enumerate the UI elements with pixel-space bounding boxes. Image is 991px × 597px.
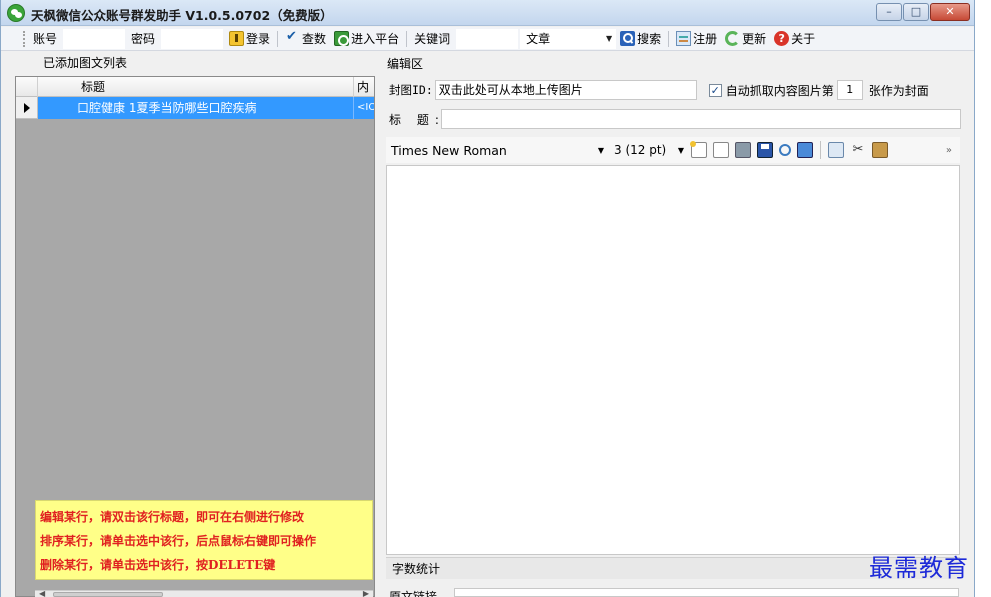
close-button[interactable]: ✕ xyxy=(930,3,970,21)
hint-delete: 删除某行，请单击选中该行，按DELETE键 xyxy=(40,558,276,572)
editor-panel: 编辑区 封图ID: 双击此处可从本地上传图片 ✓ 自动抓取内容图片第 1 张作为… xyxy=(384,52,968,597)
auto-cover-label: 自动抓取内容图片第 xyxy=(725,83,834,98)
toolbar-separator xyxy=(820,141,821,159)
window-controls: – □ ✕ xyxy=(876,3,970,21)
font-name-select[interactable]: Times New Roman ▼ xyxy=(386,139,608,161)
open-document-icon[interactable] xyxy=(713,142,729,158)
account-label: 账号 xyxy=(33,32,58,46)
platform-icon xyxy=(334,31,350,46)
check-count-button[interactable]: 查数 xyxy=(281,29,330,47)
save-icon[interactable] xyxy=(757,142,773,158)
account-input[interactable] xyxy=(63,28,126,49)
refresh-icon xyxy=(725,31,741,46)
row-selector-arrow-icon[interactable] xyxy=(16,97,38,119)
row-title-cell[interactable]: 口腔健康 1夏季当防哪些口腔疾病 xyxy=(39,97,354,119)
register-label: 注册 xyxy=(693,32,718,46)
type-select[interactable]: 文章 ▼ xyxy=(520,28,617,49)
search-label: 搜索 xyxy=(637,32,662,46)
font-name-value: Times New Roman xyxy=(391,142,507,158)
password-label: 密码 xyxy=(131,32,156,46)
word-count-label: 字数统计 xyxy=(392,562,441,576)
scroll-thumb[interactable] xyxy=(53,592,163,597)
cut-icon[interactable]: ✂ xyxy=(850,142,866,158)
register-button[interactable]: 注册 xyxy=(672,30,721,47)
window-title: 天枫微信公众账号群发助手 V1.0.5.0702（免费版） xyxy=(31,8,333,23)
maximize-button[interactable]: □ xyxy=(903,3,929,21)
check-label: 查数 xyxy=(302,32,327,46)
enter-platform-button[interactable]: 进入平台 xyxy=(330,30,403,47)
title-row: 标 题: xyxy=(389,108,961,130)
main-toolbar: 账号 密码 登录 查数 进入平台 关键词 文章 ▼ 搜索 注 xyxy=(1,27,974,51)
help-icon: ? xyxy=(774,31,790,46)
original-link-label: 原文链接 xyxy=(389,590,438,597)
toolbar-separator xyxy=(277,30,279,47)
toolbar-overflow-icon[interactable]: » xyxy=(946,145,952,156)
update-button[interactable]: 更新 xyxy=(721,30,770,47)
font-size-select[interactable]: 3 (12 pt) ▼ xyxy=(608,139,688,161)
search-button[interactable]: 搜索 xyxy=(616,30,665,47)
auto-cover-checkbox[interactable]: ✓ xyxy=(708,83,722,97)
password-input[interactable] xyxy=(161,28,224,49)
horizontal-scrollbar[interactable]: ◀ ▶ xyxy=(35,589,373,597)
font-size-value: 3 (12 pt) xyxy=(614,143,667,157)
new-document-icon[interactable] xyxy=(690,141,707,158)
column-header-content[interactable]: 内 xyxy=(355,77,369,97)
chevron-down-icon: ▼ xyxy=(597,145,604,155)
article-list-panel: 已添加图文列表 标题 内 口腔健康 1夏季当防哪些口腔疾病 <IO 编辑某行，请… xyxy=(15,52,375,597)
chevron-down-icon: ▼ xyxy=(605,34,613,43)
print-icon[interactable] xyxy=(735,142,751,158)
about-button[interactable]: ? 关于 xyxy=(770,30,819,47)
cover-id-label: 封图ID: xyxy=(389,83,433,97)
auto-cover-suffix: 张作为封面 xyxy=(868,83,929,98)
toolbar-separator xyxy=(406,30,408,47)
keyword-input[interactable] xyxy=(456,28,519,49)
cover-row: 封图ID: 双击此处可从本地上传图片 ✓ 自动抓取内容图片第 1 张作为封面 xyxy=(389,79,961,101)
scroll-left-icon[interactable]: ◀ xyxy=(39,589,45,597)
hint-edit: 编辑某行，请双击该行标题，即可在右侧进行修改 xyxy=(40,510,305,524)
usage-hint-box: 编辑某行，请双击该行标题，即可在右侧进行修改 排序某行，请单击选中该行，后点鼠标… xyxy=(35,500,373,580)
column-header-title[interactable]: 标题 xyxy=(39,77,354,97)
row-content-cell[interactable]: <IO xyxy=(355,97,374,119)
scroll-right-icon[interactable]: ▶ xyxy=(363,589,369,597)
type-select-value: 文章 xyxy=(526,32,551,46)
about-label: 关于 xyxy=(791,32,816,46)
editor-toolbar: Times New Roman ▼ 3 (12 pt) ▼ ✂ » xyxy=(386,137,960,163)
app-window: 天枫微信公众账号群发助手 V1.0.5.0702（免费版） – □ ✕ 账号 密… xyxy=(0,0,975,597)
table-row[interactable]: 口腔健康 1夏季当防哪些口腔疾病 <IO xyxy=(16,97,374,119)
cover-id-field[interactable]: 双击此处可从本地上传图片 xyxy=(434,80,697,100)
editor-section-label: 编辑区 xyxy=(387,57,424,71)
grid-header: 标题 内 xyxy=(16,77,374,97)
search-icon xyxy=(620,31,636,46)
original-link-input[interactable] xyxy=(454,588,959,597)
insert-image-icon[interactable] xyxy=(797,142,813,158)
login-label: 登录 xyxy=(246,32,271,46)
find-icon[interactable] xyxy=(779,144,791,156)
title-label: 标 题: xyxy=(389,112,445,127)
toolbar-separator xyxy=(668,30,670,47)
register-icon xyxy=(676,31,692,46)
enter-platform-label: 进入平台 xyxy=(351,32,400,46)
chevron-down-icon: ▼ xyxy=(677,145,684,155)
watermark-text: 最需教育 xyxy=(869,554,969,582)
paste-icon[interactable] xyxy=(872,142,888,158)
wechat-icon xyxy=(7,4,25,22)
title-bar: 天枫微信公众账号群发助手 V1.0.5.0702（免费版） – □ ✕ xyxy=(1,0,974,26)
rich-text-editor[interactable] xyxy=(386,165,960,555)
article-list-label: 已添加图文列表 xyxy=(43,56,128,70)
login-button[interactable]: 登录 xyxy=(225,30,274,47)
copy-icon[interactable] xyxy=(828,142,844,158)
hint-sort: 排序某行，请单击选中该行，后点鼠标右键即可操作 xyxy=(40,534,317,548)
key-icon xyxy=(229,31,245,46)
keyword-label: 关键词 xyxy=(414,32,451,46)
cover-index-input[interactable]: 1 xyxy=(836,80,863,100)
title-input[interactable] xyxy=(441,109,961,129)
update-label: 更新 xyxy=(742,32,767,46)
grid-corner xyxy=(16,77,38,97)
minimize-button[interactable]: – xyxy=(876,3,902,21)
check-icon xyxy=(285,29,300,46)
screen-edge xyxy=(976,0,991,597)
